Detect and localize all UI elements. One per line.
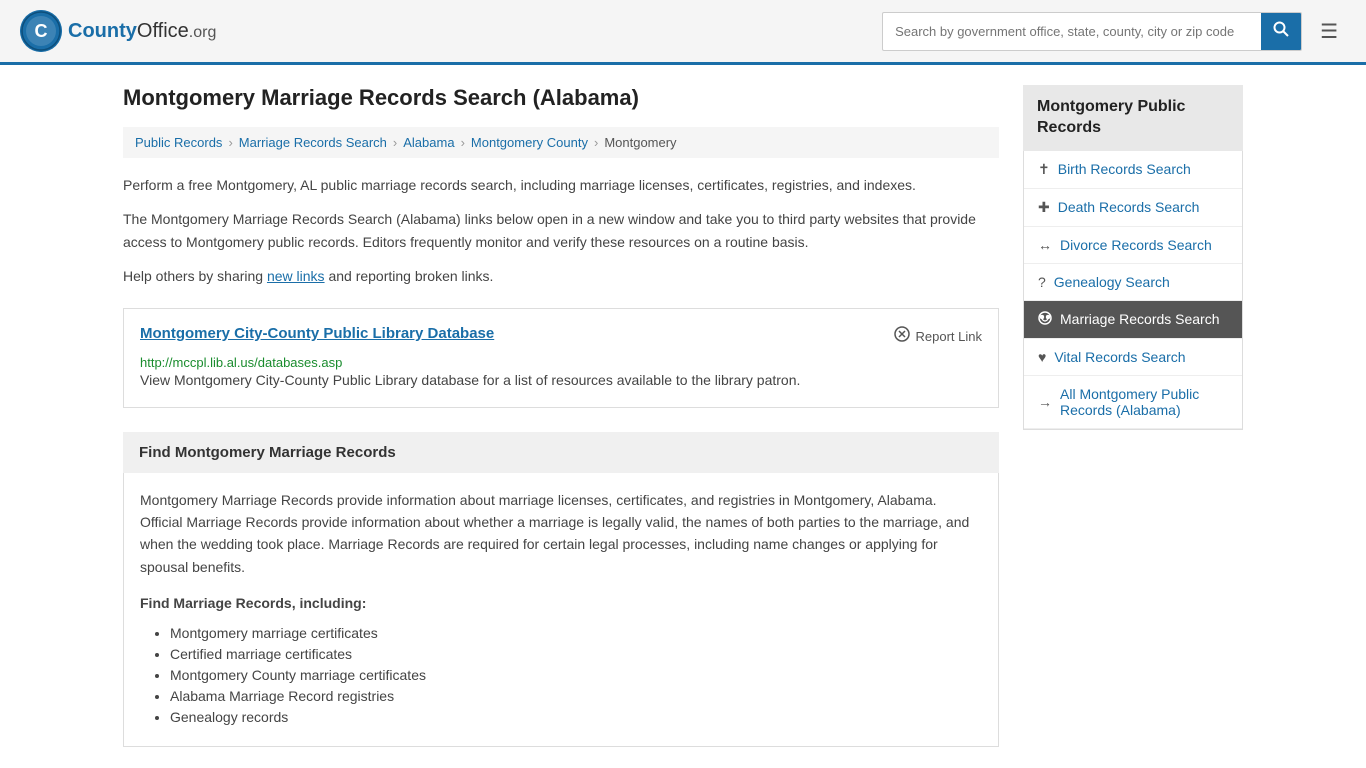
search-input[interactable] [883,16,1261,47]
find-section-title: Find Montgomery Marriage Records [139,444,396,461]
vital-icon: ♥ [1038,349,1046,365]
site-header: C CountyOffice.org ☰ [0,0,1366,65]
menu-button[interactable]: ☰ [1312,15,1346,48]
list-item: Montgomery marriage certificates [170,625,982,641]
logo-icon: C [20,10,62,52]
sidebar-item-birth-records[interactable]: ✝ Birth Records Search [1024,151,1242,189]
svg-text:C: C [35,21,48,41]
page-title: Montgomery Marriage Records Search (Alab… [123,85,999,111]
find-section-content: Montgomery Marriage Records provide info… [123,473,999,747]
resource-title-link[interactable]: Montgomery City-County Public Library Da… [140,325,494,342]
breadcrumb-montgomery-current: Montgomery [604,135,676,150]
genealogy-icon: ? [1038,274,1046,290]
sidebar-item-label: Birth Records Search [1058,161,1191,177]
list-item: Genealogy records [170,709,982,725]
content-area: Montgomery Marriage Records Search (Alab… [123,85,999,747]
sidebar-item-label: Marriage Records Search [1060,311,1220,327]
find-records-list: Montgomery marriage certificates Certifi… [140,625,982,725]
divorce-icon: ↔ [1038,237,1052,253]
sidebar: Montgomery Public Records ✝ Birth Record… [1023,85,1243,747]
find-section-header: Find Montgomery Marriage Records [123,432,999,473]
sidebar-item-marriage-records[interactable]: Marriage Records Search [1024,301,1242,339]
sidebar-all-label: All Montgomery Public Records (Alabama) [1060,386,1228,418]
breadcrumb-marriage-records-search[interactable]: Marriage Records Search [239,135,387,150]
marriage-icon [1038,311,1052,328]
sidebar-item-label: Divorce Records Search [1060,237,1212,253]
resource-description: View Montgomery City-County Public Libra… [140,370,982,391]
sidebar-item-divorce-records[interactable]: ↔ Divorce Records Search [1024,227,1242,264]
birth-icon: ✝ [1038,161,1050,178]
intro-paragraph-1: Perform a free Montgomery, AL public mar… [123,174,999,196]
intro-paragraph-2: The Montgomery Marriage Records Search (… [123,208,999,253]
find-section-body: Montgomery Marriage Records provide info… [140,489,982,579]
new-links-link[interactable]: new links [267,268,325,284]
breadcrumb: Public Records › Marriage Records Search… [123,127,999,158]
search-bar [882,12,1302,51]
report-link-label: Report Link [916,329,982,344]
sidebar-item-all-records[interactable]: → All Montgomery Public Records (Alabama… [1024,376,1242,429]
resource-card: Montgomery City-County Public Library Da… [123,308,999,408]
resource-url[interactable]: http://mccpl.lib.al.us/databases.asp [140,355,342,370]
breadcrumb-montgomery-county[interactable]: Montgomery County [471,135,588,150]
intro-paragraph-3: Help others by sharing new links and rep… [123,265,999,287]
sidebar-nav: ✝ Birth Records Search ✚ Death Records S… [1023,151,1243,430]
list-item: Certified marriage certificates [170,646,982,662]
find-list-header: Find Marriage Records, including: [140,592,982,614]
report-icon [893,325,911,348]
breadcrumb-public-records[interactable]: Public Records [135,135,222,150]
sidebar-item-label: Death Records Search [1058,199,1200,215]
sidebar-item-genealogy[interactable]: ? Genealogy Search [1024,264,1242,301]
header-right: ☰ [882,12,1346,51]
sidebar-item-vital-records[interactable]: ♥ Vital Records Search [1024,339,1242,376]
sidebar-title: Montgomery Public Records [1023,85,1243,151]
sidebar-item-death-records[interactable]: ✚ Death Records Search [1024,189,1242,227]
logo-area: C CountyOffice.org [20,10,216,52]
death-icon: ✚ [1038,199,1050,216]
search-button[interactable] [1261,13,1301,50]
list-item: Alabama Marriage Record registries [170,688,982,704]
sidebar-item-label: Vital Records Search [1054,349,1185,365]
logo-text: CountyOffice.org [68,20,216,43]
report-link[interactable]: Report Link [893,325,982,348]
sidebar-item-label: Genealogy Search [1054,274,1170,290]
main-container: Montgomery Marriage Records Search (Alab… [103,65,1263,767]
breadcrumb-alabama[interactable]: Alabama [403,135,454,150]
arrow-icon: → [1038,394,1052,410]
list-item: Montgomery County marriage certificates [170,667,982,683]
